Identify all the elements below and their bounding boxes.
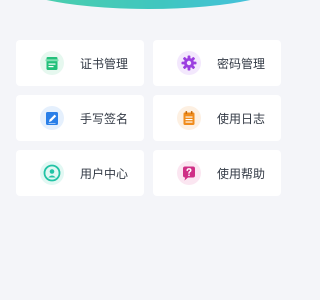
certificate-icon bbox=[40, 51, 64, 75]
menu-grid: 证书管理 密码管理 手写签名 使用日志 用户中心 使用帮助 bbox=[16, 40, 281, 196]
header-banner bbox=[0, 0, 297, 9]
menu-item-label: 手写签名 bbox=[80, 111, 129, 126]
menu-item-label: 密码管理 bbox=[217, 56, 266, 71]
menu-item-handwritten-signature[interactable]: 手写签名 bbox=[16, 95, 144, 141]
menu-item-help[interactable]: 使用帮助 bbox=[153, 150, 281, 196]
user-icon bbox=[40, 161, 64, 185]
menu-item-label: 使用日志 bbox=[217, 111, 266, 126]
menu-item-label: 证书管理 bbox=[80, 56, 129, 71]
menu-item-password-management[interactable]: 密码管理 bbox=[153, 40, 281, 86]
menu-item-user-center[interactable]: 用户中心 bbox=[16, 150, 144, 196]
menu-item-usage-log[interactable]: 使用日志 bbox=[153, 95, 281, 141]
help-icon bbox=[177, 161, 201, 185]
menu-item-label: 用户中心 bbox=[80, 166, 129, 181]
menu-item-certificate-management[interactable]: 证书管理 bbox=[16, 40, 144, 86]
menu-item-label: 使用帮助 bbox=[217, 166, 266, 181]
gear-icon bbox=[177, 51, 201, 75]
log-list-icon bbox=[177, 106, 201, 130]
pen-note-icon bbox=[40, 106, 64, 130]
